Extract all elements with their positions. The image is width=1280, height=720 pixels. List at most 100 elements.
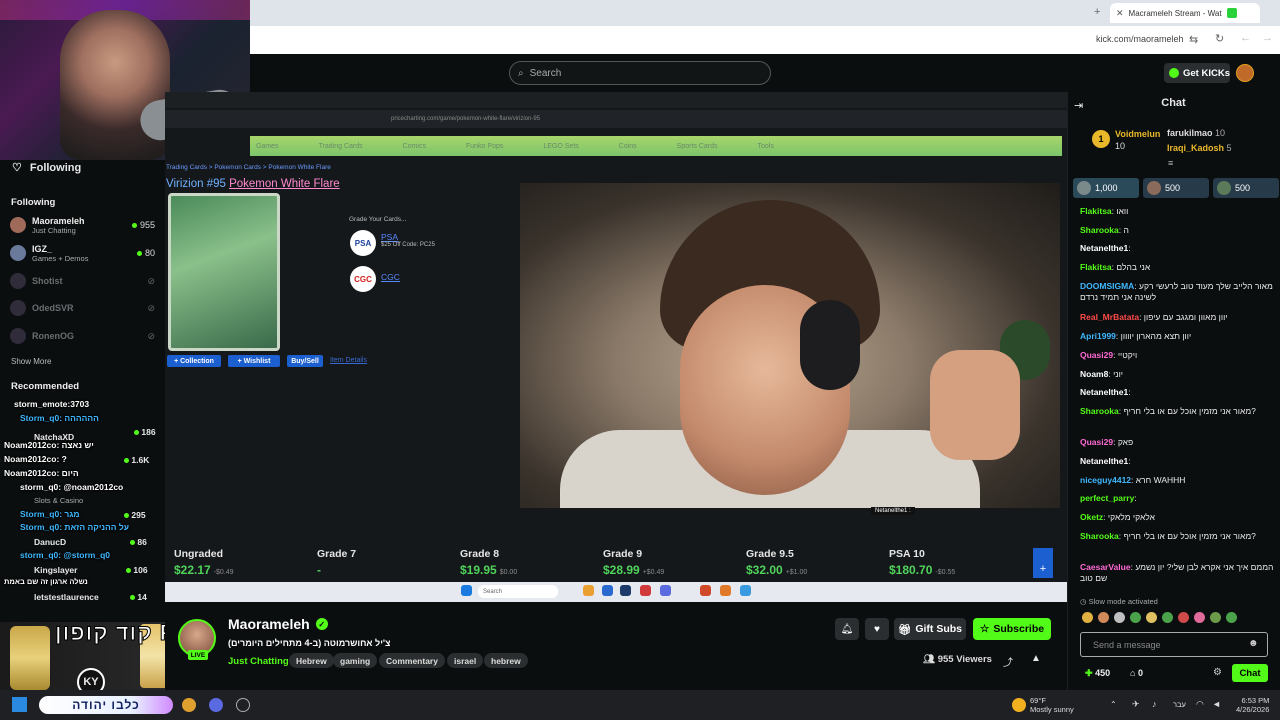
language-indicator[interactable]: עבר: [1173, 700, 1186, 709]
chat-username[interactable]: Netanelthe1: [1080, 387, 1128, 397]
chat-username[interactable]: Real_MrBatata: [1080, 312, 1139, 322]
gift-subs-button[interactable]: 🎁︎ Gift Subs: [894, 618, 966, 640]
chat-username[interactable]: Sharooka: [1080, 225, 1119, 235]
chat-username[interactable]: Netanelthe1: [1080, 456, 1128, 466]
emote-icon[interactable]: [1226, 612, 1237, 623]
nav-item: Coins: [618, 142, 637, 150]
stream-category-link[interactable]: Just Chatting: [228, 656, 289, 667]
avatar: [10, 328, 26, 344]
subscribe-button[interactable]: ☆ Subscribe: [973, 618, 1051, 640]
tag-hebrew[interactable]: Hebrew: [289, 653, 334, 668]
report-icon[interactable]: ▲: [1031, 653, 1041, 664]
cgc-logo: CGC: [350, 266, 376, 292]
forward-icon[interactable]: →: [1262, 32, 1273, 44]
tag-gaming[interactable]: gaming: [333, 653, 378, 668]
emote-icon[interactable]: [1130, 612, 1141, 623]
windows-start-icon[interactable]: [12, 697, 27, 712]
emote-icon[interactable]: [1162, 612, 1173, 623]
sidebar-channel-igz[interactable]: IGZ_ Games + Demos 80: [10, 240, 155, 266]
mic-icon[interactable]: ♪: [1152, 699, 1157, 709]
following-toggle[interactable]: ♡ Following: [12, 161, 81, 175]
streamer-name[interactable]: Maorameleh ✓: [228, 616, 328, 632]
chrome-icon: [640, 585, 651, 596]
chat-username[interactable]: Quasi29: [1080, 350, 1113, 360]
kick-gift-card[interactable]: 500: [1143, 178, 1209, 198]
chat-text: מאור אני מזמין אוכל עם או בלי חריף?: [1123, 406, 1256, 416]
chat-text: אלאקי מלאקי: [1107, 512, 1155, 522]
emote-icon[interactable]: [1210, 612, 1221, 623]
chat-username[interactable]: perfect_parry: [1080, 493, 1134, 503]
sidebar-channel-ronenog[interactable]: RonenOG ⊘: [10, 323, 155, 349]
sidebar-channel-maorameleh[interactable]: Maorameleh Just Chatting 955: [10, 212, 155, 238]
tag-israel[interactable]: israel: [447, 653, 484, 668]
emoji-icon[interactable]: ☻: [1248, 638, 1259, 649]
emote-icon[interactable]: [1114, 612, 1125, 623]
chat-username[interactable]: Netanelthe1: [1080, 243, 1128, 253]
tag-hebrew-lower[interactable]: hebrew: [484, 653, 528, 668]
wifi-icon[interactable]: ◠: [1196, 699, 1204, 710]
back-icon[interactable]: ←: [1240, 32, 1251, 44]
grade-price: -: [317, 563, 321, 577]
bluetooth-icon[interactable]: ✈: [1132, 699, 1140, 710]
site-settings-icon[interactable]: ⇆: [1189, 33, 1198, 46]
sidebar-channel-odedsvr[interactable]: OdedSVR ⊘: [10, 295, 155, 321]
kick-gift-card[interactable]: 500: [1213, 178, 1279, 198]
grade-7: Grade 7 -: [317, 548, 437, 577]
chat-separator: :: [1128, 243, 1131, 253]
stream-overlay-chat: storm_emote:3703 Storm_q0: הההההה Noam20…: [0, 395, 185, 625]
search-input[interactable]: ⌕ Search: [509, 61, 771, 85]
chat-username[interactable]: Flakitsa: [1080, 262, 1112, 272]
volume-icon[interactable]: ◄: [1212, 699, 1221, 709]
chat-username[interactable]: niceguy4412: [1080, 475, 1131, 485]
chat-username[interactable]: Sharooka: [1080, 531, 1119, 541]
notification-bell-button[interactable]: 🔔︎: [835, 618, 859, 640]
chat-username[interactable]: Oketz: [1080, 512, 1103, 522]
chat-username[interactable]: Quasi29: [1080, 437, 1113, 447]
chat-title: Chat: [1161, 97, 1186, 109]
gift-icon: ⌂: [1130, 668, 1136, 678]
tray-chevron-icon[interactable]: ⌃: [1110, 700, 1117, 709]
kick-gift-card[interactable]: 1,000: [1073, 178, 1139, 198]
get-kicks-button[interactable]: Get KICKs: [1164, 63, 1230, 83]
chat-username[interactable]: Sharooka: [1080, 406, 1119, 416]
close-tab-icon[interactable]: ✕: [1116, 8, 1124, 19]
emote-icon[interactable]: [1098, 612, 1109, 623]
chat-username[interactable]: CaesarValue: [1080, 562, 1131, 572]
obs-icon[interactable]: [236, 698, 250, 712]
new-tab-icon[interactable]: +: [1094, 6, 1100, 18]
chat-username[interactable]: Noam8: [1080, 369, 1108, 379]
discord-icon[interactable]: [209, 698, 223, 712]
inner-windows-taskbar: [165, 582, 1067, 602]
tag-commentary[interactable]: Commentary: [379, 653, 445, 668]
expand-pinned-icon[interactable]: ≡: [1168, 158, 1173, 168]
grade-label: PSA 10: [889, 548, 925, 560]
kicks-balance[interactable]: ✚ 450: [1085, 668, 1110, 679]
taskbar-clock[interactable]: 6:53 PM 4/26/2026: [1236, 696, 1269, 714]
profile-avatar[interactable]: [1236, 64, 1254, 82]
sidebar-channel-shotist[interactable]: Shotist ⊘: [10, 268, 155, 294]
chat-settings-icon[interactable]: ⚙: [1213, 667, 1222, 678]
chrome-icon[interactable]: [182, 698, 196, 712]
emote-icon[interactable]: [1082, 612, 1093, 623]
grade-price: $180.70: [889, 563, 933, 577]
url-text[interactable]: kick.com/maorameleh: [1096, 34, 1184, 44]
get-kicks-label: Get KICKs: [1183, 67, 1230, 79]
weather-widget[interactable]: 69°F Mostly sunny: [1030, 696, 1074, 714]
follow-heart-button[interactable]: ♥: [865, 618, 889, 640]
chat-username[interactable]: Apri1999: [1080, 331, 1116, 341]
send-chat-button[interactable]: Chat: [1232, 664, 1268, 682]
chat-username[interactable]: DOOMSIGMA: [1080, 281, 1134, 291]
chat-username[interactable]: Flakitsa: [1080, 206, 1112, 216]
show-more-link[interactable]: Show More: [11, 357, 51, 366]
reload-icon[interactable]: ↻: [1215, 32, 1224, 45]
emote-icon[interactable]: [1178, 612, 1189, 623]
browser-tab-active[interactable]: ✕ Macrameleh Stream - Wat: [1110, 3, 1260, 23]
emote-icon[interactable]: [1146, 612, 1157, 623]
pricecharting-nav: Games Trading Cards Comics Funko Pops LE…: [250, 136, 1062, 156]
chat-message-input[interactable]: Send a message: [1080, 632, 1268, 657]
chat-message: Quasi29: ויקטיי: [1080, 350, 1275, 361]
gift-subs-label: Gift Subs: [915, 623, 962, 635]
gift-balance[interactable]: ⌂ 0: [1130, 668, 1143, 678]
emote-icon[interactable]: [1194, 612, 1205, 623]
share-icon[interactable]: ⤴: [1003, 654, 1013, 669]
